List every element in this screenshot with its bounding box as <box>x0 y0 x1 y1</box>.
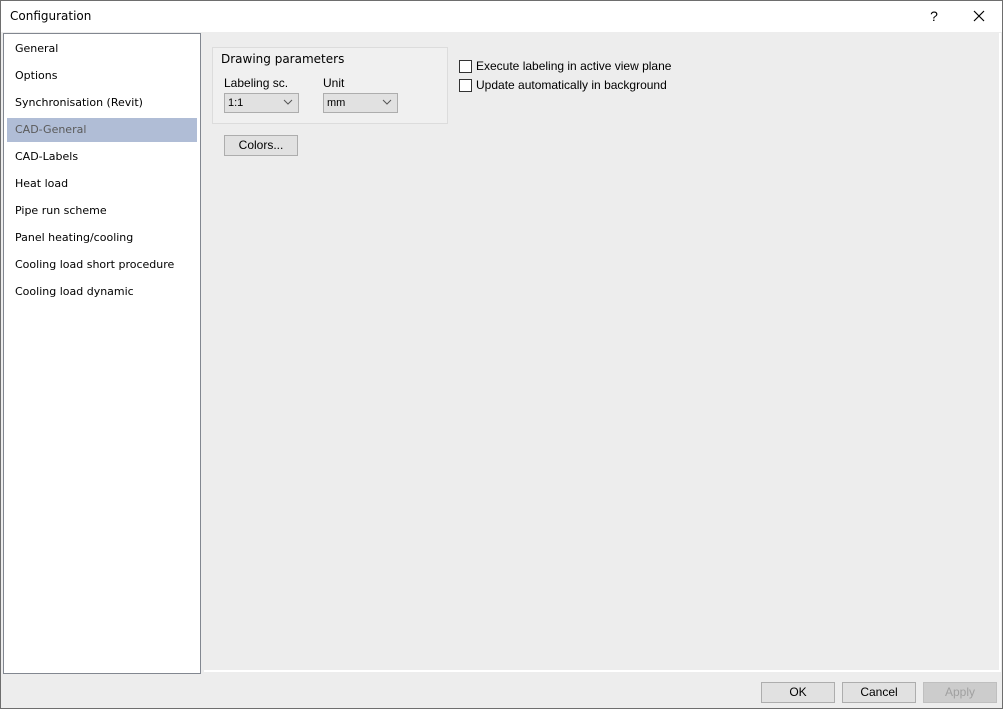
close-button[interactable] <box>956 1 1002 32</box>
cancel-button[interactable]: Cancel <box>842 682 916 703</box>
window-title: Configuration <box>10 9 92 23</box>
help-button[interactable]: ? <box>911 1 957 32</box>
nav-item-panel-heating-cooling[interactable]: Panel heating/cooling <box>7 226 197 250</box>
chevron-down-icon <box>382 99 392 105</box>
update-background-label: Update automatically in background <box>476 78 667 92</box>
nav-item-synchronisation-revit[interactable]: Synchronisation (Revit) <box>7 91 197 115</box>
title-bar: Configuration ? <box>1 1 1002 32</box>
ok-button[interactable]: OK <box>761 682 835 703</box>
unit-select[interactable]: mm <box>323 93 398 113</box>
nav-item-options[interactable]: Options <box>7 64 197 88</box>
update-background-checkbox[interactable] <box>459 79 472 92</box>
nav-item-cad-general[interactable]: CAD-General <box>7 118 197 142</box>
nav-item-cooling-load-dynamic[interactable]: Cooling load dynamic <box>7 280 197 304</box>
labeling-scale-value: 1:1 <box>228 97 244 109</box>
nav-item-general[interactable]: General <box>7 37 197 61</box>
unit-value: mm <box>327 97 346 109</box>
close-icon <box>973 10 985 22</box>
configuration-dialog: Configuration ? General Options Synchron… <box>0 0 1003 709</box>
nav-item-heat-load[interactable]: Heat load <box>7 172 197 196</box>
labeling-scale-label: Labeling sc. <box>224 76 289 90</box>
nav-item-cooling-load-short[interactable]: Cooling load short procedure <box>7 253 197 277</box>
execute-labeling-label: Execute labeling in active view plane <box>476 59 672 73</box>
execute-labeling-checkbox[interactable] <box>459 60 472 73</box>
apply-button[interactable]: Apply <box>923 682 997 703</box>
unit-label: Unit <box>323 76 345 90</box>
group-title: Drawing parameters <box>221 52 345 66</box>
colors-button[interactable]: Colors... <box>224 135 298 156</box>
drawing-parameters-group: Drawing parameters Labeling sc. 1:1 Unit… <box>212 47 448 124</box>
chevron-down-icon <box>283 99 293 105</box>
labeling-scale-select[interactable]: 1:1 <box>224 93 299 113</box>
nav-item-pipe-run-scheme[interactable]: Pipe run scheme <box>7 199 197 223</box>
nav-item-cad-labels[interactable]: CAD-Labels <box>7 145 197 169</box>
settings-panel: Drawing parameters Labeling sc. 1:1 Unit… <box>204 33 1001 672</box>
category-list[interactable]: General Options Synchronisation (Revit) … <box>3 33 201 674</box>
